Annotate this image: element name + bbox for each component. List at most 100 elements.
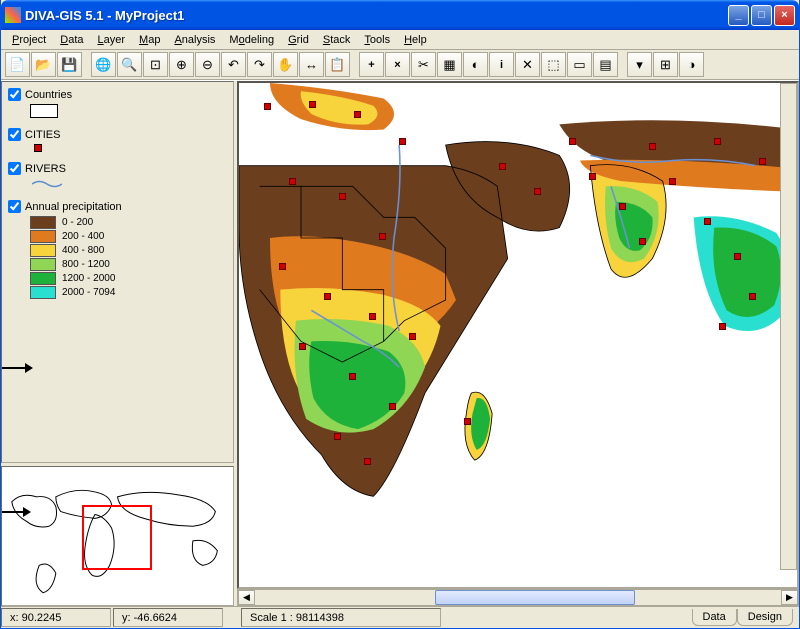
zoom-full-icon[interactable]: ⊡ [143, 52, 168, 77]
layer-countries-checkbox[interactable] [8, 88, 21, 101]
selection-icon[interactable]: ▭ [567, 52, 592, 77]
overview-extent-box[interactable] [82, 505, 152, 570]
maximize-button[interactable]: □ [751, 5, 772, 26]
scroll-left-icon[interactable]: ◀ [238, 590, 255, 605]
city-marker [499, 163, 506, 170]
layer-cities-checkbox[interactable] [8, 128, 21, 141]
new-icon[interactable]: 📄 [5, 52, 30, 77]
undo-icon[interactable]: ↶ [221, 52, 246, 77]
city-marker [309, 101, 316, 108]
measure-icon[interactable]: ↔ [299, 52, 324, 77]
status-x: x: 90.2245 [1, 608, 111, 627]
layer-countries: Countries [8, 88, 227, 118]
zoom-globe-icon[interactable]: 🔍 [117, 52, 142, 77]
tab-design[interactable]: Design [737, 609, 793, 626]
window-title: DIVA-GIS 5.1 - MyProject1 [25, 8, 726, 23]
crop-icon[interactable]: ✂ [411, 52, 436, 77]
city-marker [299, 343, 306, 350]
toolbar: 📄 📂 💾 🌐 🔍 ⊡ ⊕ ⊖ ↶ ↷ ✋ ↔ 📋 + × ✂ ▦ ◐ i ✕ … [1, 50, 799, 80]
city-marker [619, 203, 626, 210]
select-icon[interactable]: ⬚ [541, 52, 566, 77]
remove-icon[interactable]: × [385, 52, 410, 77]
city-marker [589, 173, 596, 180]
menubar: Project Data Layer Map Analysis Modeling… [1, 30, 799, 50]
chart-icon[interactable]: ◐ [463, 52, 488, 77]
close-button[interactable]: × [774, 5, 795, 26]
identify-icon[interactable]: 📋 [325, 52, 350, 77]
menu-grid[interactable]: Grid [281, 32, 316, 48]
redo-icon[interactable]: ↷ [247, 52, 272, 77]
cities-swatch [34, 144, 42, 152]
map-content [239, 83, 797, 577]
tab-data[interactable]: Data [692, 609, 737, 626]
layers-icon[interactable]: ▤ [593, 52, 618, 77]
city-marker [264, 103, 271, 110]
scroll-right-icon[interactable]: ▶ [781, 590, 798, 605]
city-marker [464, 418, 471, 425]
city-marker [399, 138, 406, 145]
city-marker [364, 458, 371, 465]
status-y: y: -46.6624 [113, 608, 223, 627]
status-scale: Scale 1 : 98114398 [241, 608, 441, 627]
menu-map[interactable]: Map [132, 32, 167, 48]
menu-modeling[interactable]: Modeling [222, 32, 281, 48]
analysis-icon[interactable]: ⊞ [653, 52, 678, 77]
layer-rivers: RIVERS [8, 162, 227, 190]
map-canvas[interactable] [237, 81, 799, 589]
settings-icon[interactable]: ✕ [515, 52, 540, 77]
menu-data[interactable]: Data [53, 32, 90, 48]
city-marker [324, 293, 331, 300]
pan-icon[interactable]: ✋ [273, 52, 298, 77]
layer-precipitation: Annual precipitation 0 - 200 200 - 400 4… [8, 200, 227, 299]
info-icon[interactable]: i [489, 52, 514, 77]
city-marker [379, 233, 386, 240]
layers-panel[interactable]: Countries CITIES RIVERS [1, 81, 234, 463]
table-icon[interactable]: ▦ [437, 52, 462, 77]
app-icon [5, 7, 21, 23]
layer-precip-checkbox[interactable] [8, 200, 21, 213]
city-marker [569, 138, 576, 145]
titlebar[interactable]: DIVA-GIS 5.1 - MyProject1 _ □ × [1, 0, 799, 30]
minimize-button[interactable]: _ [728, 5, 749, 26]
layer-cities-label[interactable]: CITIES [25, 129, 60, 141]
scroll-thumb[interactable] [435, 590, 635, 605]
layer-rivers-checkbox[interactable] [8, 162, 21, 175]
city-marker [534, 188, 541, 195]
city-marker [409, 333, 416, 340]
vertical-scrollbar[interactable] [780, 83, 797, 570]
layer-cities: CITIES [8, 128, 227, 152]
zoom-in-icon[interactable]: ⊕ [169, 52, 194, 77]
left-panel: Countries CITIES RIVERS [1, 81, 237, 606]
globe-icon[interactable]: 🌐 [91, 52, 116, 77]
city-marker [649, 143, 656, 150]
zoom-out-icon[interactable]: ⊖ [195, 52, 220, 77]
rivers-swatch [32, 178, 62, 190]
precip-legend: 0 - 200 200 - 400 400 - 800 800 - 1200 1… [30, 216, 227, 299]
overview-map[interactable] [1, 466, 234, 606]
city-marker [389, 403, 396, 410]
layer-countries-label[interactable]: Countries [25, 89, 72, 101]
city-marker [704, 218, 711, 225]
city-marker [369, 313, 376, 320]
add-icon[interactable]: + [359, 52, 384, 77]
city-marker [714, 138, 721, 145]
city-marker [749, 293, 756, 300]
horizontal-scrollbar[interactable]: ◀ ▶ [237, 589, 799, 606]
city-marker [334, 433, 341, 440]
menu-analysis[interactable]: Analysis [167, 32, 222, 48]
menu-project[interactable]: Project [5, 32, 53, 48]
menu-tools[interactable]: Tools [357, 32, 397, 48]
layer-precip-label[interactable]: Annual precipitation [25, 201, 122, 213]
menu-stack[interactable]: Stack [316, 32, 358, 48]
extra-icon[interactable]: ◑ [679, 52, 704, 77]
menu-layer[interactable]: Layer [91, 32, 133, 48]
options-icon[interactable]: ▾ [627, 52, 652, 77]
menu-help[interactable]: Help [397, 32, 434, 48]
city-marker [349, 373, 356, 380]
layer-rivers-label[interactable]: RIVERS [25, 163, 66, 175]
city-marker [289, 178, 296, 185]
save-icon[interactable]: 💾 [57, 52, 82, 77]
open-icon[interactable]: 📂 [31, 52, 56, 77]
city-marker [339, 193, 346, 200]
city-marker [354, 111, 361, 118]
